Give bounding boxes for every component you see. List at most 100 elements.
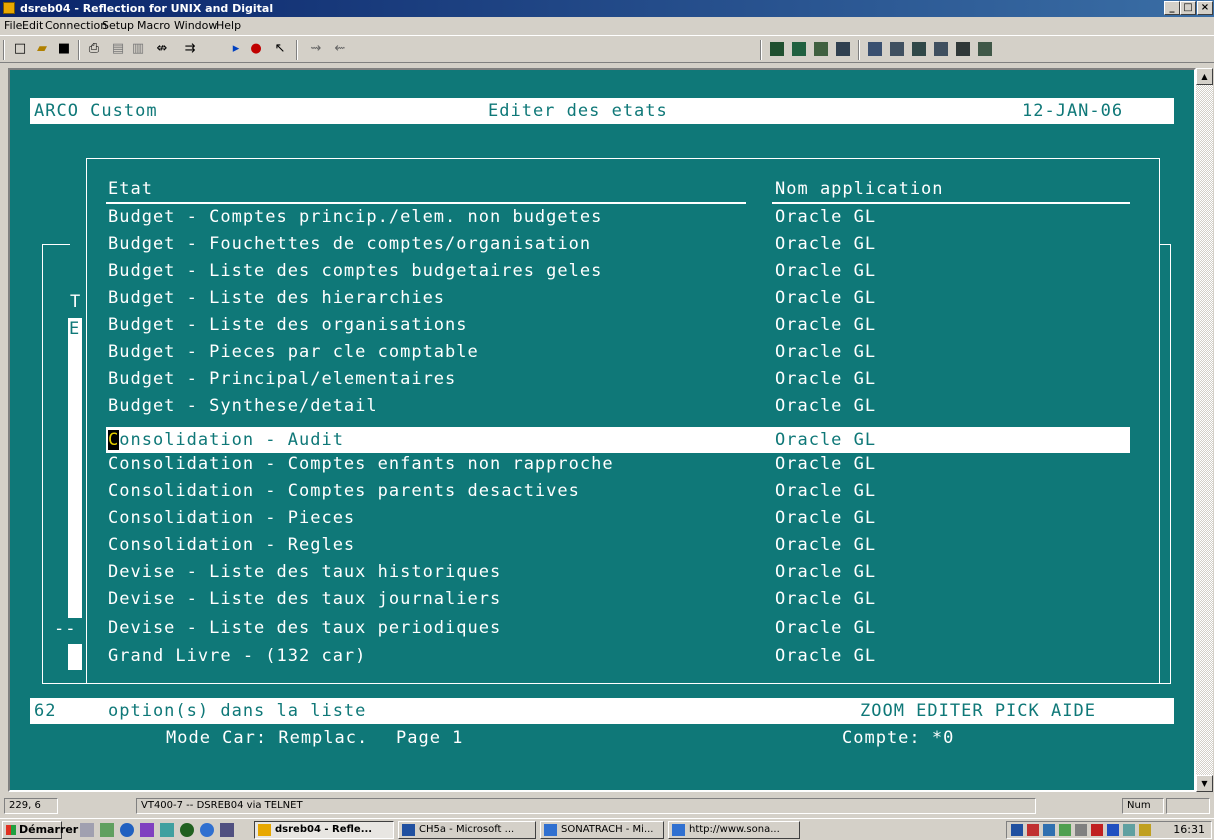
list-item-app: Oracle GL: [775, 261, 877, 281]
start-button[interactable]: Démarrer: [2, 821, 78, 839]
task-label: SONATRACH - Mi...: [561, 824, 654, 835]
print-icon[interactable]: ⎙: [84, 40, 104, 58]
title-bar: dsreb04 - Reflection for UNIX and Digita…: [0, 0, 1214, 17]
num-lock-indicator: Num: [1122, 798, 1164, 814]
status-cell-empty: [1166, 798, 1210, 814]
list-item-report[interactable]: Budget - Comptes princip./elem. non budg…: [108, 207, 602, 227]
quicklaunch-app-icon[interactable]: [180, 823, 194, 837]
terminal-tool-10-icon[interactable]: [978, 42, 992, 56]
terminal-tool-1-icon[interactable]: [770, 42, 784, 56]
list-item-report[interactable]: Budget - Synthese/detail: [108, 396, 378, 416]
tray-icon[interactable]: [1059, 824, 1071, 836]
tray-icon[interactable]: [1091, 824, 1103, 836]
list-item-report[interactable]: Budget - Liste des comptes budgetaires g…: [108, 261, 602, 281]
task-word[interactable]: CH5a - Microsoft ...: [398, 821, 536, 839]
play-macro-icon[interactable]: ▸: [226, 40, 246, 58]
tray-icon[interactable]: [1011, 824, 1023, 836]
terminal-screen: ARCO Custom Editer des etats 12-JAN-06 T…: [10, 70, 1194, 790]
terminal-tool-4-icon[interactable]: [836, 42, 850, 56]
task-label: CH5a - Microsoft ...: [419, 824, 515, 835]
list-item-app: Oracle GL: [775, 618, 877, 638]
list-item-report[interactable]: Budget - Fouchettes de comptes/organisat…: [108, 234, 591, 254]
task-label: dsreb04 - Refle...: [275, 824, 373, 835]
selected-list-item-report[interactable]: Consolidation - Audit: [108, 427, 344, 453]
terminal-tool-8-icon[interactable]: [934, 42, 948, 56]
save-icon[interactable]: ■: [54, 40, 74, 58]
maximize-button[interactable]: □: [1180, 1, 1196, 15]
list-item-report[interactable]: Consolidation - Regles: [108, 535, 355, 555]
side-dashes: --: [54, 619, 77, 639]
vertical-scrollbar[interactable]: ▲ ▼: [1196, 68, 1213, 792]
column-header-application-underline: [772, 202, 1130, 204]
menu-macro[interactable]: Macro: [137, 19, 170, 32]
list-item-app: Oracle GL: [775, 234, 877, 254]
list-item-report[interactable]: Devise - Liste des taux historiques: [108, 562, 501, 582]
list-item-report[interactable]: Budget - Liste des organisations: [108, 315, 468, 335]
receive-icon[interactable]: ⇜: [330, 40, 350, 58]
copy-icon[interactable]: ▤: [108, 40, 128, 58]
paste-icon[interactable]: ▥: [128, 40, 148, 58]
clock: 16:31: [1173, 823, 1205, 836]
terminal-tool-7-icon[interactable]: [912, 42, 926, 56]
show-desktop-icon[interactable]: [80, 823, 94, 837]
list-item-app: Oracle GL: [775, 589, 877, 609]
list-item-app: Oracle GL: [775, 396, 877, 416]
terminal-tool-5-icon[interactable]: [868, 42, 882, 56]
selected-list-item-app: Oracle GL: [775, 430, 877, 450]
minimize-button[interactable]: _: [1164, 1, 1180, 15]
frame-left: [86, 158, 87, 684]
menu-connection[interactable]: Connection: [45, 19, 107, 32]
internet-explorer-icon[interactable]: [120, 823, 134, 837]
task-reflection[interactable]: dsreb04 - Refle...: [254, 821, 394, 839]
menu-help[interactable]: Help: [216, 19, 241, 32]
list-item-report[interactable]: Consolidation - Comptes enfants non rapp…: [108, 454, 614, 474]
function-key-actions[interactable]: ZOOM EDITER PICK AIDE: [860, 701, 1096, 721]
menu-edit[interactable]: Edit: [22, 19, 43, 32]
tray-icon[interactable]: [1043, 824, 1055, 836]
transfer-icon[interactable]: ⇉: [180, 40, 200, 58]
tray-icon[interactable]: [1139, 824, 1151, 836]
connect-icon[interactable]: ⇎: [152, 40, 172, 58]
tray-icon[interactable]: [1027, 824, 1039, 836]
terminal-tool-9-icon[interactable]: [956, 42, 970, 56]
terminal-tool-6-icon[interactable]: [890, 42, 904, 56]
record-macro-icon[interactable]: ●: [246, 40, 266, 58]
menu-setup[interactable]: Setup: [102, 19, 134, 32]
task-sonatrach[interactable]: SONATRACH - Mi...: [540, 821, 664, 839]
context-help-icon[interactable]: ↖: [270, 40, 290, 58]
list-item-report[interactable]: Devise - Liste des taux journaliers: [108, 589, 501, 609]
scroll-up-button[interactable]: ▲: [1196, 68, 1213, 85]
toolbar: □ ▰ ■ ⎙ ▤ ▥ ⇎ ⇉ ▸ ● ↖ ⇝ ⇜: [0, 35, 1214, 63]
quicklaunch-app-icon[interactable]: [160, 823, 174, 837]
menu-file[interactable]: File: [4, 19, 22, 32]
close-button[interactable]: ×: [1197, 1, 1213, 15]
page-indicator: Page 1: [396, 728, 464, 748]
list-item-report[interactable]: Budget - Liste des hierarchies: [108, 288, 445, 308]
terminal-tool-2-icon[interactable]: [792, 42, 806, 56]
list-item-report[interactable]: Grand Livre - (132 car): [108, 646, 366, 666]
toolbar-separator: [858, 40, 860, 60]
list-item-report[interactable]: Devise - Liste des taux periodiques: [108, 618, 501, 638]
send-icon[interactable]: ⇝: [306, 40, 326, 58]
side-frame-top: [42, 244, 70, 245]
tray-icon[interactable]: [1123, 824, 1135, 836]
task-browser[interactable]: http://www.sona...: [668, 821, 800, 839]
task-label: http://www.sona...: [689, 824, 780, 835]
terminal-window[interactable]: ARCO Custom Editer des etats 12-JAN-06 T…: [8, 68, 1196, 792]
media-player-icon[interactable]: [140, 823, 154, 837]
list-item-report[interactable]: Consolidation - Pieces: [108, 508, 355, 528]
scroll-down-button[interactable]: ▼: [1196, 775, 1213, 792]
terminal-tool-3-icon[interactable]: [814, 42, 828, 56]
column-header-report-underline: [106, 202, 746, 204]
new-icon[interactable]: □: [10, 40, 30, 58]
volume-icon[interactable]: [1075, 824, 1087, 836]
quicklaunch-app-icon[interactable]: [220, 823, 234, 837]
quicklaunch-app-icon[interactable]: [100, 823, 114, 837]
browser-icon[interactable]: [200, 823, 214, 837]
open-folder-icon[interactable]: ▰: [32, 40, 52, 58]
list-item-report[interactable]: Budget - Pieces par cle comptable: [108, 342, 479, 362]
list-item-report[interactable]: Consolidation - Comptes parents desactiv…: [108, 481, 580, 501]
menu-window[interactable]: Window: [174, 19, 217, 32]
language-icon[interactable]: [1107, 824, 1119, 836]
list-item-report[interactable]: Budget - Principal/elementaires: [108, 369, 456, 389]
